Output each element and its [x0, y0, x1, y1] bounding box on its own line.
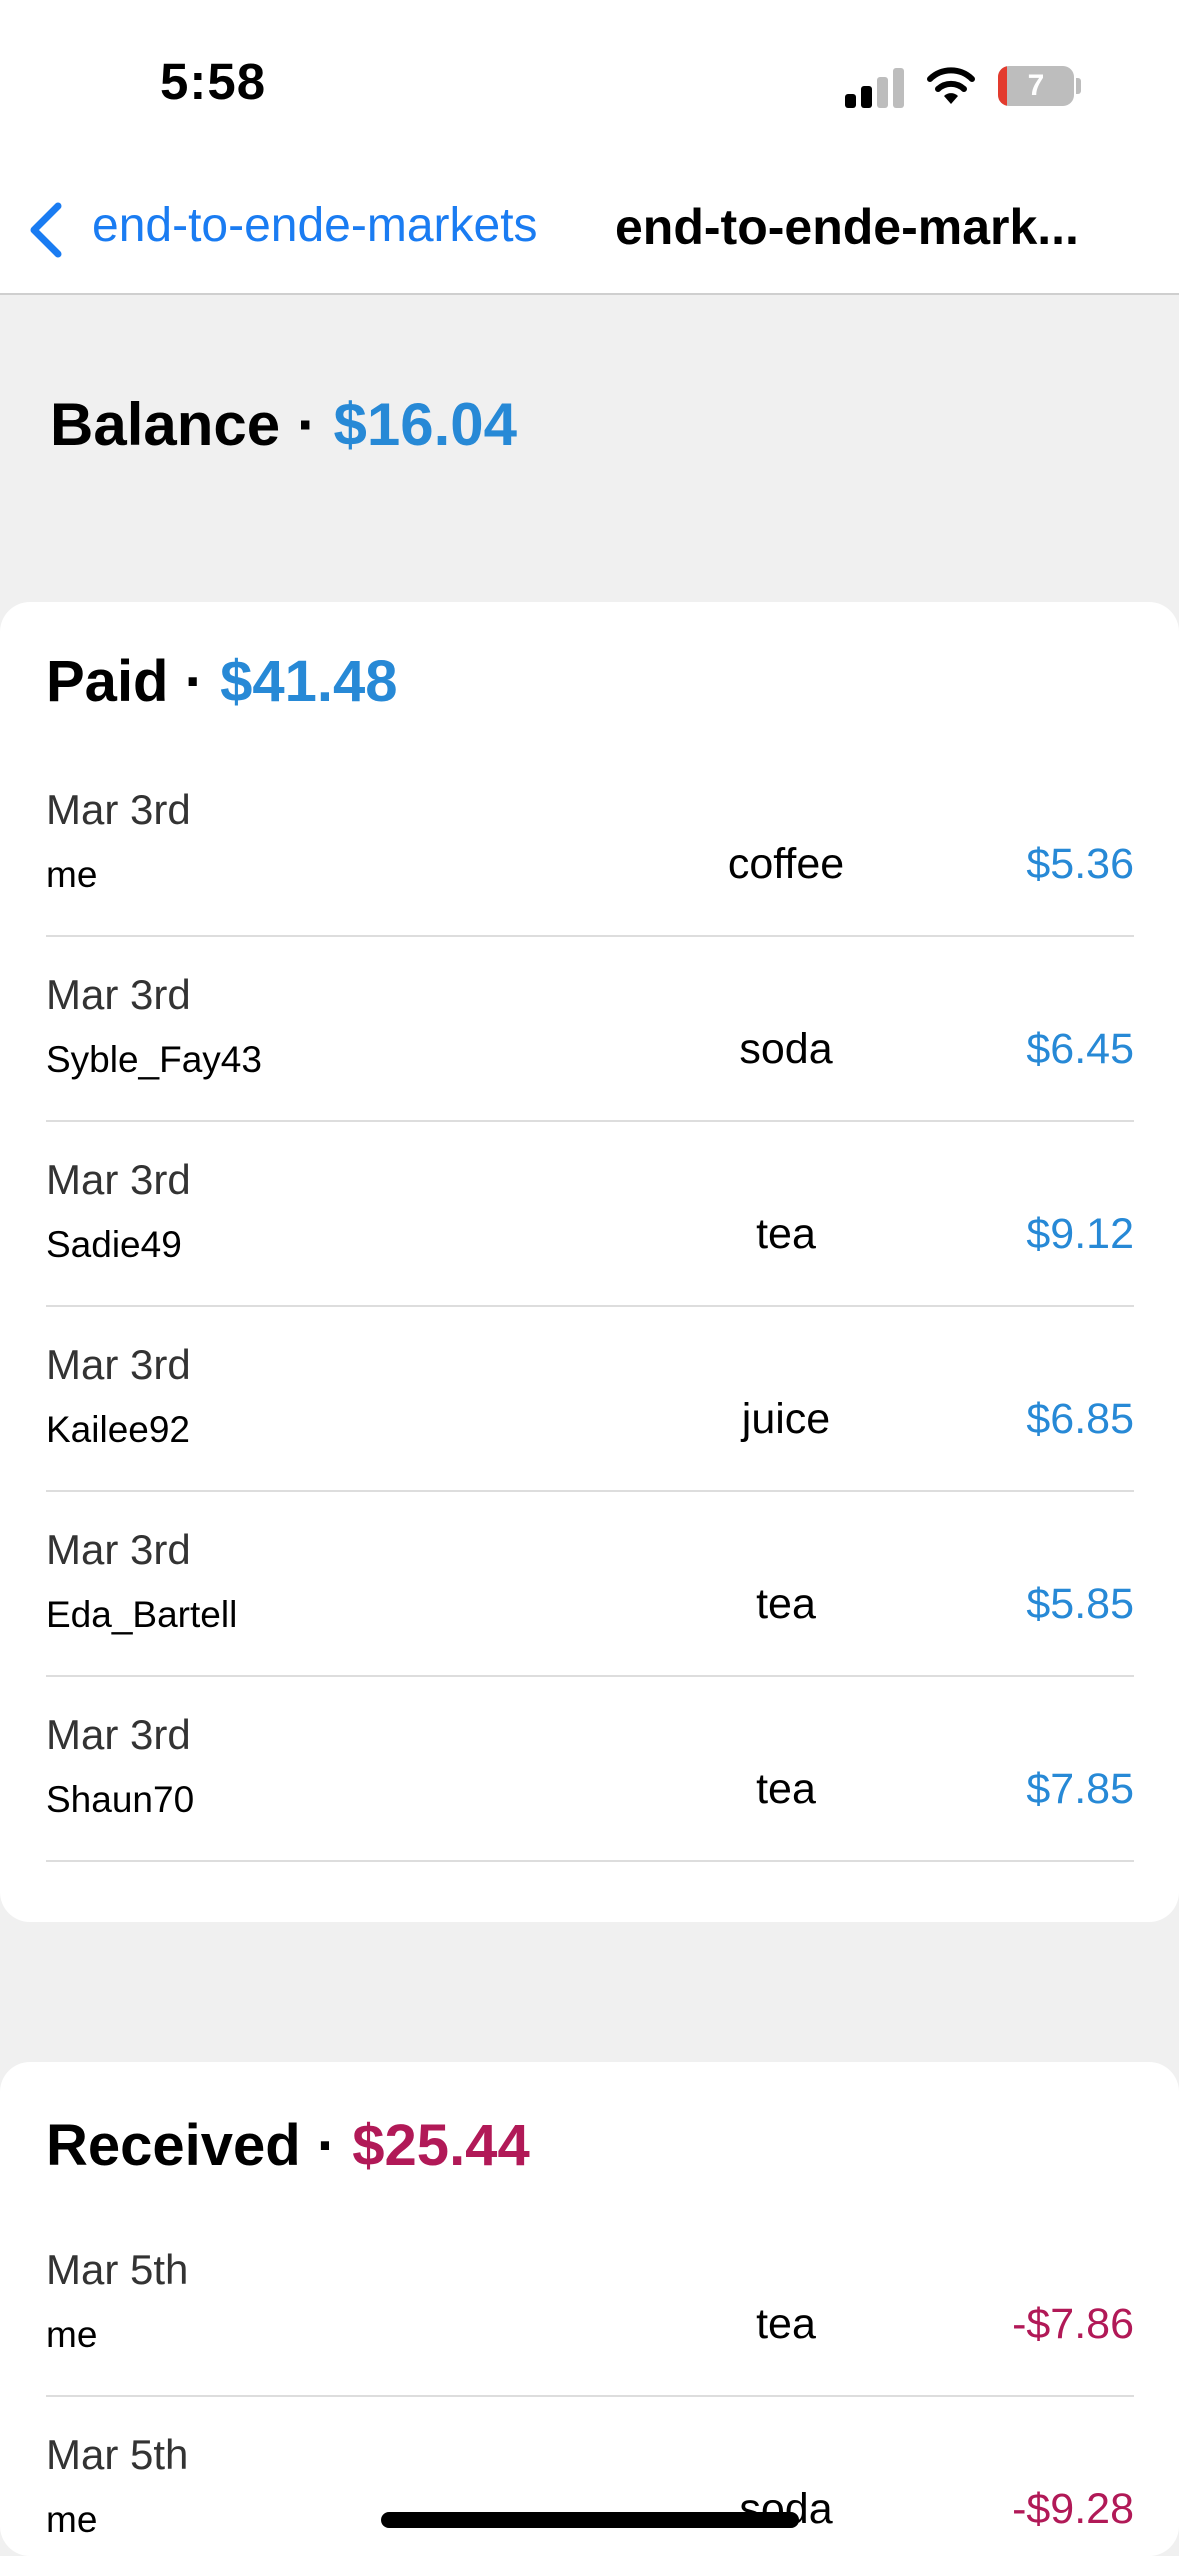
cellular-signal-icon	[845, 66, 905, 108]
navigation-bar: end-to-ende-markets end-to-ende-mark...	[0, 170, 1179, 295]
row-amount: $7.85	[1026, 1765, 1134, 1813]
battery-level: 7	[1027, 69, 1045, 102]
row-date: Mar 3rd	[46, 786, 191, 833]
transaction-row[interactable]: Mar 5th me tea -$7.86	[46, 2212, 1134, 2397]
row-amount: $9.12	[1026, 1210, 1134, 1258]
row-user: me	[46, 2499, 98, 2540]
row-date: Mar 3rd	[46, 1711, 191, 1758]
back-button[interactable]: end-to-ende-markets	[92, 198, 538, 253]
separator: ·	[296, 391, 317, 458]
row-user: me	[46, 854, 98, 895]
home-indicator[interactable]	[381, 2512, 799, 2528]
received-label: Received	[46, 2113, 301, 2178]
row-user: Eda_Bartell	[46, 1594, 238, 1635]
page-title: end-to-ende-mark...	[615, 199, 1079, 255]
paid-label: Paid	[46, 649, 169, 714]
balance-label: Balance	[50, 391, 281, 458]
row-user: Sadie49	[46, 1224, 182, 1265]
row-date: Mar 3rd	[46, 1341, 191, 1388]
transaction-row[interactable]: Mar 3rd Sadie49 tea $9.12	[46, 1122, 1134, 1307]
battery-cap	[1076, 78, 1081, 94]
received-heading: Received · $25.44	[46, 2112, 530, 2179]
transaction-row[interactable]: Mar 3rd Kailee92 juice $6.85	[46, 1307, 1134, 1492]
row-date: Mar 3rd	[46, 1526, 191, 1573]
row-amount: $6.85	[1026, 1395, 1134, 1443]
row-date: Mar 3rd	[46, 971, 191, 1018]
row-date: Mar 5th	[46, 2246, 189, 2293]
balance-heading: Balance · $16.04	[50, 390, 517, 459]
row-item: juice	[741, 1395, 831, 1443]
paid-card: Paid · $41.48 Mar 3rd me coffee $5.36 Ma…	[0, 602, 1179, 1922]
received-card: Received · $25.44 Mar 5th me tea -$7.86 …	[0, 2062, 1179, 2556]
row-amount: $6.45	[1026, 1025, 1134, 1073]
row-item: coffee	[727, 840, 845, 888]
transaction-row[interactable]: Mar 3rd Eda_Bartell tea $5.85	[46, 1492, 1134, 1677]
transaction-row[interactable]: Mar 3rd Syble_Fay43 soda $6.45	[46, 937, 1134, 1122]
row-item: tea	[756, 1210, 816, 1258]
balance-amount: $16.04	[333, 391, 517, 458]
chevron-left-icon[interactable]	[26, 200, 64, 260]
transaction-row[interactable]: Mar 3rd me coffee $5.36	[46, 752, 1134, 937]
row-date: Mar 3rd	[46, 1156, 191, 1203]
row-amount: -$7.86	[1012, 2300, 1134, 2348]
row-item: tea	[756, 2300, 816, 2348]
row-item: tea	[756, 1580, 816, 1628]
row-amount: $5.85	[1026, 1580, 1134, 1628]
received-total: $25.44	[352, 2113, 530, 2178]
row-user: Syble_Fay43	[46, 1039, 262, 1080]
row-amount: -$9.28	[1012, 2485, 1134, 2533]
status-bar: 5:58 7	[0, 0, 1179, 170]
separator: ·	[316, 2113, 337, 2178]
separator: ·	[184, 649, 204, 714]
row-user: me	[46, 2314, 98, 2355]
row-date: Mar 5th	[46, 2431, 189, 2478]
row-user: Shaun70	[46, 1779, 195, 1820]
row-item: soda	[739, 1025, 833, 1073]
status-time: 5:58	[160, 53, 267, 110]
paid-heading: Paid · $41.48	[46, 648, 397, 715]
row-amount: $5.36	[1026, 840, 1134, 888]
transaction-row[interactable]: Mar 3rd Shaun70 tea $7.85	[46, 1677, 1134, 1862]
wifi-icon	[927, 67, 975, 104]
battery-icon: 7	[998, 66, 1074, 106]
row-user: Kailee92	[46, 1409, 191, 1450]
row-item: tea	[756, 1765, 816, 1813]
paid-total: $41.48	[220, 649, 398, 714]
transaction-row[interactable]: Mar 5th me soda -$9.28	[46, 2397, 1134, 2556]
